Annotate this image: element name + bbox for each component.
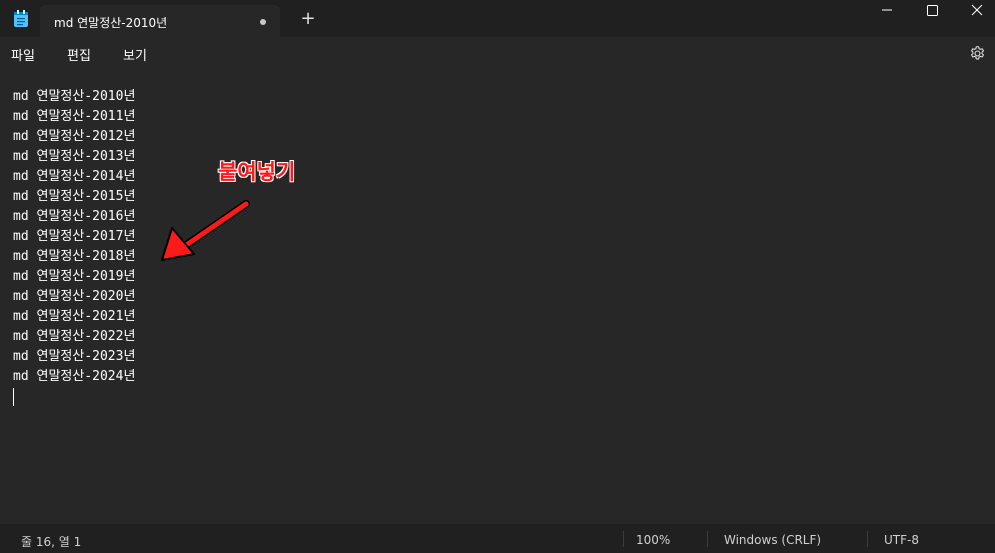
text-line: md 연말정산-2010년 bbox=[13, 89, 136, 104]
red-arrow-icon bbox=[161, 200, 250, 261]
menu-edit[interactable]: 편집 bbox=[67, 45, 91, 64]
text-line: md 연말정산-2013년 bbox=[13, 149, 136, 164]
tab-title: md 연말정산-2010년 bbox=[54, 16, 168, 30]
menu-view[interactable]: 보기 bbox=[123, 45, 147, 64]
new-tab-button[interactable]: + bbox=[297, 8, 319, 30]
encoding[interactable]: UTF-8 bbox=[884, 533, 919, 547]
text-line: md 연말정산-2016년 bbox=[13, 209, 136, 224]
text-line: md 연말정산-2014년 bbox=[13, 169, 136, 184]
text-line: md 연말정산-2012년 bbox=[13, 129, 136, 144]
text-line: md 연말정산-2020년 bbox=[13, 289, 136, 304]
paste-annotation: 붙여넣기 bbox=[218, 160, 296, 184]
status-divider bbox=[707, 531, 708, 547]
status-bar: 줄 16, 열 1 100% Windows (CRLF) UTF-8 bbox=[0, 524, 995, 553]
text-line: md 연말정산-2015년 bbox=[13, 189, 136, 204]
zoom-level[interactable]: 100% bbox=[636, 533, 670, 547]
line-ending[interactable]: Windows (CRLF) bbox=[724, 533, 821, 547]
text-lines: md 연말정산-2010년 md 연말정산-2011년 md 연말정산-2012… bbox=[13, 87, 135, 387]
text-line: md 연말정산-2024년 bbox=[13, 369, 136, 384]
settings-gear-icon[interactable] bbox=[969, 45, 986, 62]
title-bar: md 연말정산-2010년 + bbox=[0, 0, 995, 37]
text-line: md 연말정산-2022년 bbox=[13, 329, 136, 344]
cursor-position: 줄 16, 열 1 bbox=[21, 535, 82, 549]
text-line: md 연말정산-2021년 bbox=[13, 309, 136, 324]
status-divider bbox=[623, 531, 624, 547]
close-icon[interactable] bbox=[955, 0, 995, 22]
text-line: md 연말정산-2011년 bbox=[13, 109, 136, 124]
menu-bar: 파일 편집 보기 bbox=[0, 37, 995, 70]
menu-file[interactable]: 파일 bbox=[11, 45, 35, 64]
unsaved-indicator-icon[interactable] bbox=[260, 19, 266, 25]
text-caret bbox=[13, 388, 14, 406]
text-line: md 연말정산-2019년 bbox=[13, 269, 136, 284]
text-line: md 연말정산-2017년 bbox=[13, 229, 136, 244]
minimize-icon[interactable] bbox=[864, 0, 910, 22]
maximize-icon[interactable] bbox=[909, 0, 955, 22]
tab-document[interactable]: md 연말정산-2010년 bbox=[40, 5, 280, 37]
text-editor[interactable]: md 연말정산-2010년 md 연말정산-2011년 md 연말정산-2012… bbox=[0, 70, 995, 524]
text-line: md 연말정산-2023년 bbox=[13, 349, 136, 364]
status-divider bbox=[867, 531, 868, 547]
text-line: md 연말정산-2018년 bbox=[13, 249, 136, 264]
notepad-icon bbox=[14, 10, 28, 27]
